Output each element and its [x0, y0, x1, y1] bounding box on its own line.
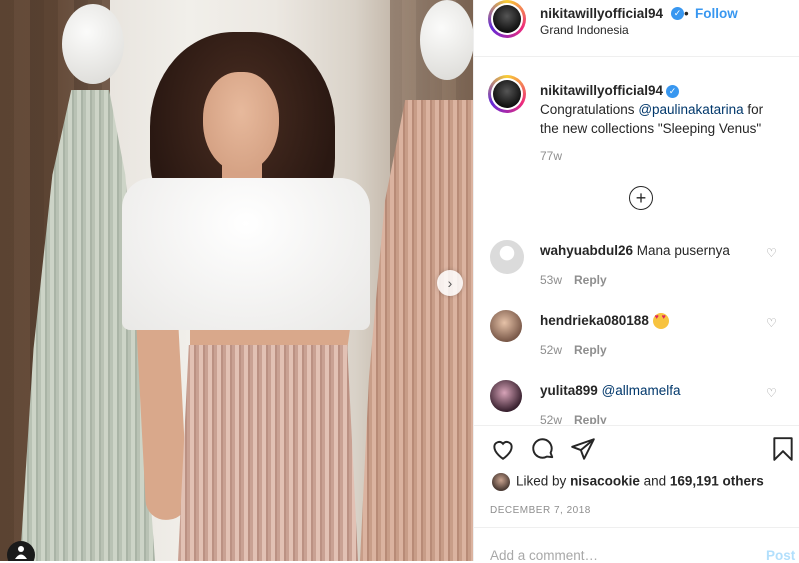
comment-time[interactable]: 52w	[540, 413, 562, 424]
comment-username[interactable]: yulita899	[540, 383, 598, 398]
reply-button[interactable]: Reply	[574, 273, 607, 287]
heart-icon[interactable]	[490, 436, 516, 462]
post-photo[interactable]: ›	[0, 0, 473, 561]
comment-body: Mana pusernya	[636, 243, 730, 258]
avatar[interactable]	[488, 0, 526, 38]
person-pleated-skirt	[178, 345, 358, 561]
comment-text: hendrieka080188	[540, 313, 755, 330]
separator-dot: •	[684, 6, 689, 21]
share-icon[interactable]	[570, 436, 596, 462]
caption-text: nikitawillyofficial94 ✓ Congratulations @…	[540, 81, 785, 138]
comment-avatar[interactable]	[490, 310, 522, 342]
mannequin-head-right	[420, 0, 473, 80]
likes-summary: Liked by nisacookie and 169,191 others	[492, 473, 792, 491]
heart-eyes-emoji-icon	[652, 313, 669, 330]
user-icon	[15, 546, 27, 559]
location-link[interactable]: Grand Indonesia	[540, 23, 629, 37]
add-comment-bar: Add a comment… Post	[474, 527, 799, 563]
reply-button[interactable]: Reply	[574, 343, 607, 357]
comment-icon[interactable]	[530, 436, 556, 462]
bookmark-icon[interactable]	[770, 436, 796, 462]
liker-avatar[interactable]	[492, 473, 510, 491]
comment-item: yulita899 @allmamelfa 52w Reply ♡	[490, 380, 790, 424]
chevron-right-icon: ›	[447, 275, 453, 291]
comment-username[interactable]: wahyuabdul26	[540, 243, 633, 258]
caption-mention[interactable]: @paulinakatarina	[638, 102, 743, 117]
heart-icon[interactable]: ♡	[766, 246, 777, 260]
comment-item: wahyuabdul26 Mana pusernya 53w Reply ♡	[490, 240, 790, 300]
heart-icon[interactable]: ♡	[766, 386, 777, 400]
next-slide-button[interactable]: ›	[437, 270, 463, 296]
comment-username[interactable]: hendrieka080188	[540, 313, 649, 328]
likes-count[interactable]: 169,191 others	[670, 474, 764, 489]
mannequin-head-left	[62, 4, 124, 84]
liker-username[interactable]: nisacookie	[570, 474, 640, 489]
comment-meta: 52w Reply	[540, 343, 619, 357]
likes-prefix: Liked by	[516, 473, 567, 489]
likes-and: and	[643, 473, 667, 489]
plus-circle-icon: +	[635, 188, 647, 208]
comment-item: hendrieka080188 52w Reply ♡	[490, 310, 790, 370]
mannequin-dress-pink	[360, 100, 473, 561]
caption-username[interactable]: nikitawillyofficial94	[540, 83, 663, 98]
comment-avatar[interactable]	[490, 380, 522, 412]
post-date[interactable]: DECEMBER 7, 2018	[490, 505, 591, 516]
comment-mention[interactable]: @allmamelfa	[602, 383, 681, 398]
comment-meta: 52w Reply	[540, 413, 619, 424]
comment-time[interactable]: 52w	[540, 343, 562, 357]
load-more-comments-button[interactable]: +	[629, 186, 653, 210]
person-face	[203, 72, 279, 172]
comments-list: wahyuabdul26 Mana pusernya 53w Reply ♡ he…	[474, 228, 799, 424]
verified-badge-icon: ✓	[671, 7, 684, 20]
comment-meta: 53w Reply	[540, 273, 619, 287]
person-white-top	[122, 178, 370, 330]
post-details-panel: nikitawillyofficial94 ✓ • Follow Grand I…	[473, 0, 799, 563]
comment-time[interactable]: 53w	[540, 273, 562, 287]
caption-avatar[interactable]	[488, 75, 526, 113]
comment-text: wahyuabdul26 Mana pusernya	[540, 243, 755, 258]
comment-text: yulita899 @allmamelfa	[540, 383, 755, 398]
verified-badge-icon: ✓	[666, 84, 680, 98]
tagged-users-button[interactable]	[7, 541, 35, 561]
reply-button[interactable]: Reply	[574, 413, 607, 424]
caption-timestamp[interactable]: 77w	[540, 149, 562, 163]
follow-button[interactable]: Follow	[695, 6, 738, 21]
comment-avatar[interactable]	[490, 240, 524, 274]
header-username[interactable]: nikitawillyofficial94	[540, 6, 663, 21]
heart-icon[interactable]: ♡	[766, 316, 777, 330]
action-bar	[474, 425, 799, 468]
caption-text-part: Congratulations	[540, 102, 639, 117]
post-header: nikitawillyofficial94 ✓ • Follow Grand I…	[474, 0, 799, 57]
